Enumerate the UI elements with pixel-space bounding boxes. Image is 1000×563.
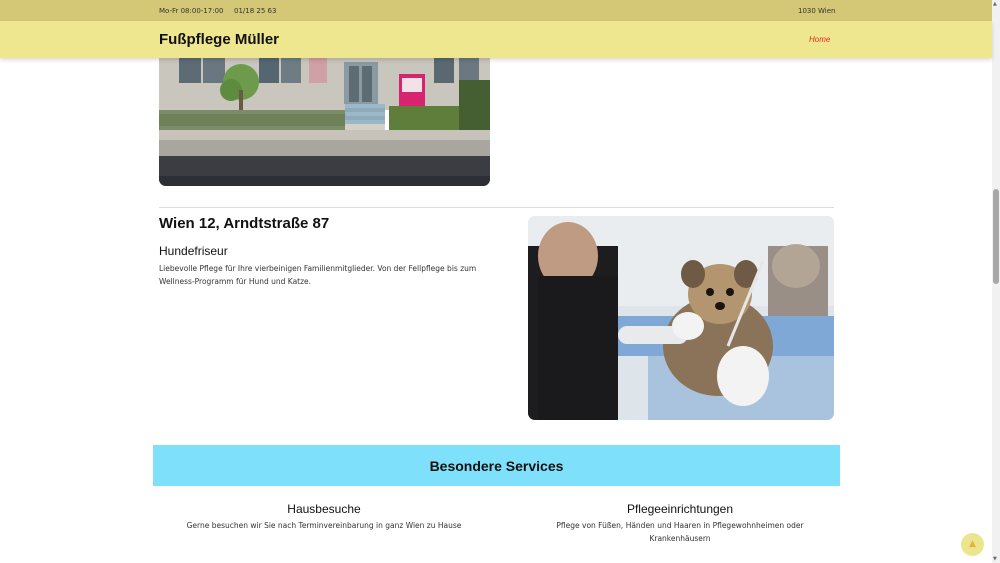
dog-grooming-photo xyxy=(528,216,834,420)
service-description: Gerne besuchen wir Sie nach Terminverein… xyxy=(186,521,462,530)
location-subtitle: Hundefriseur xyxy=(159,244,228,258)
scroll-up-arrow-icon[interactable]: ▲ xyxy=(993,1,997,7)
scrollbar-thumb[interactable] xyxy=(993,189,999,284)
arrow-up-icon: ▲ xyxy=(969,539,976,549)
services-banner: Besondere Services xyxy=(153,445,840,486)
location-description: Liebevolle Pflege für Ihre vierbeinigen … xyxy=(159,264,477,286)
nav-home-link[interactable]: Home xyxy=(809,35,830,44)
service-item-house-visits: Hausbesuche Gerne besuchen wir Sie nach … xyxy=(174,502,474,532)
location-title: Wien 12, Arndtstraße 87 xyxy=(159,215,330,232)
phone-number[interactable]: 01/18 25 63 xyxy=(234,7,276,15)
scroll-down-arrow-icon[interactable]: ▼ xyxy=(993,556,997,562)
back-to-top-button[interactable]: ▲ xyxy=(961,533,984,556)
service-item-care-facilities: Pflegeeinrichtungen Pflege von Füßen, Hä… xyxy=(530,502,830,545)
section-divider xyxy=(159,207,834,208)
storefront-photo xyxy=(159,40,490,186)
service-description: Pflege von Füßen, Händen und Haaren in P… xyxy=(556,521,804,543)
services-title: Besondere Services xyxy=(429,458,564,474)
top-info-bar: Mo-Fr 08:00-17:00 01/18 25 63 1030 Wien xyxy=(0,0,992,21)
opening-hours: Mo-Fr 08:00-17:00 xyxy=(159,7,224,15)
service-name: Hausbesuche xyxy=(287,502,361,516)
site-logo-text[interactable]: Fußpflege Müller xyxy=(159,31,279,48)
site-header: Fußpflege Müller Home xyxy=(0,21,992,58)
page-scrollbar[interactable]: ▲ ▼ xyxy=(992,0,1000,563)
service-name: Pflegeeinrichtungen xyxy=(626,502,734,516)
city-label: 1030 Wien xyxy=(798,7,836,15)
